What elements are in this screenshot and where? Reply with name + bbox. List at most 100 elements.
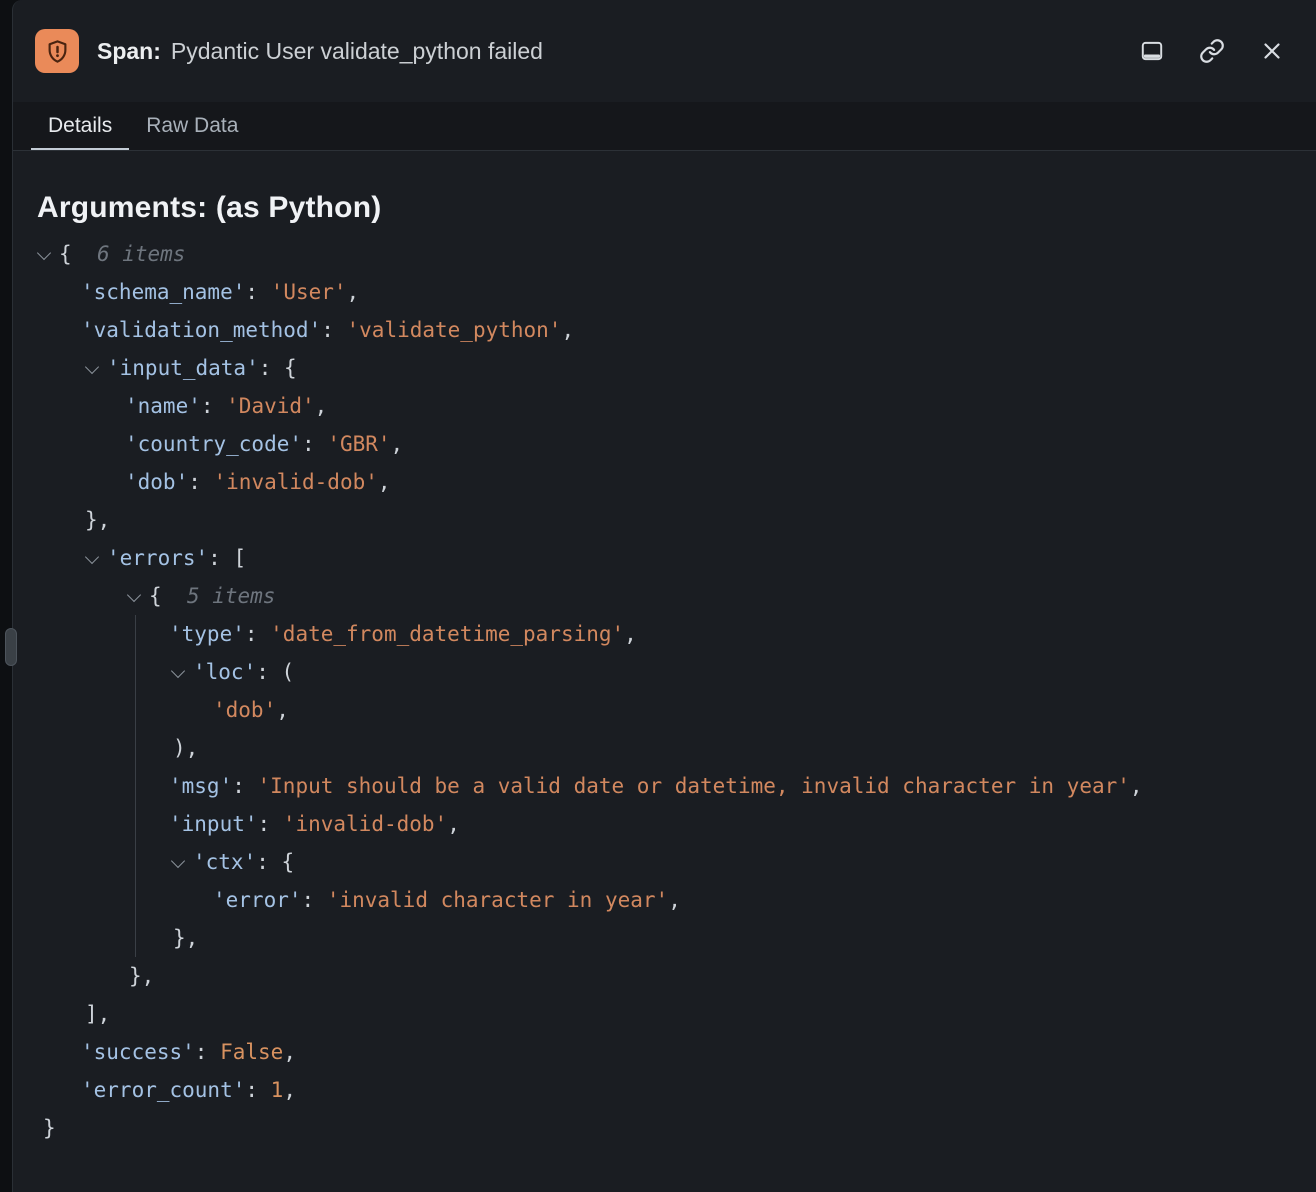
collapse-chevron-icon[interactable] xyxy=(171,854,185,868)
code-token-str: 'User' xyxy=(271,280,347,304)
close-icon xyxy=(1259,38,1285,64)
code-line: }, xyxy=(13,919,1316,957)
code-line: 'name': 'David', xyxy=(13,387,1316,425)
code-token-punc: : ( xyxy=(256,660,294,684)
code-line: 'error': 'invalid character in year', xyxy=(13,881,1316,919)
code-token-punc: : xyxy=(302,888,327,912)
code-token-key: 'success' xyxy=(81,1040,195,1064)
code-token-punc: } xyxy=(43,1116,56,1140)
code-line: 'schema_name': 'User', xyxy=(13,273,1316,311)
code-token-punc: { xyxy=(59,242,97,266)
code-token-key: 'country_code' xyxy=(125,432,302,456)
code-line: ], xyxy=(13,995,1316,1033)
code-token-punc: }, xyxy=(173,926,198,950)
code-token-punc: : xyxy=(188,470,213,494)
code-line: ), xyxy=(13,729,1316,767)
code-line: 'validation_method': 'validate_python', xyxy=(13,311,1316,349)
code-token-punc: : xyxy=(245,622,270,646)
code-token-punc: , xyxy=(561,318,574,342)
code-token-key: 'msg' xyxy=(169,774,232,798)
panel-title: Span:Pydantic User validate_python faile… xyxy=(97,38,543,65)
code-line: }, xyxy=(13,957,1316,995)
code-token-punc: , xyxy=(391,432,404,456)
code-line: 'type': 'date_from_datetime_parsing', xyxy=(13,615,1316,653)
code-token-meta: 6 items xyxy=(97,242,186,266)
span-detail-panel: Span:Pydantic User validate_python faile… xyxy=(12,0,1316,1192)
code-token-str: 'invalid-dob' xyxy=(214,470,378,494)
code-line: { 6 items xyxy=(13,235,1316,273)
indent-guide xyxy=(135,615,136,957)
code-token-punc: , xyxy=(378,470,391,494)
code-line: } xyxy=(13,1109,1316,1147)
code-line: 'error_count': 1, xyxy=(13,1071,1316,1109)
span-level-badge xyxy=(35,29,79,73)
code-token-str: 'David' xyxy=(226,394,315,418)
collapse-chevron-icon[interactable] xyxy=(85,360,99,374)
code-line: }, xyxy=(13,501,1316,539)
code-token-str: 'invalid-dob' xyxy=(283,812,447,836)
code-token-punc: { xyxy=(149,584,187,608)
code-line: 'success': False, xyxy=(13,1033,1316,1071)
panel-resize-handle[interactable] xyxy=(5,628,17,666)
code-line: 'country_code': 'GBR', xyxy=(13,425,1316,463)
close-button[interactable] xyxy=(1256,35,1288,67)
code-token-punc: , xyxy=(624,622,637,646)
code-line: { 5 items xyxy=(13,577,1316,615)
code-token-punc: : { xyxy=(259,356,297,380)
code-token-punc: : xyxy=(201,394,226,418)
code-token-punc: : xyxy=(321,318,346,342)
code-token-punc: : xyxy=(245,1078,270,1102)
shield-alert-icon xyxy=(44,38,71,65)
code-line: 'dob': 'invalid-dob', xyxy=(13,463,1316,501)
code-line: 'errors': [ xyxy=(13,539,1316,577)
code-token-punc: , xyxy=(447,812,460,836)
code-token-key: 'type' xyxy=(169,622,245,646)
collapse-chevron-icon[interactable] xyxy=(127,588,141,602)
details-content: Arguments: (as Python) { 6 items'schema_… xyxy=(13,151,1316,1147)
tab-raw-data[interactable]: Raw Data xyxy=(129,102,255,150)
code-token-punc: : { xyxy=(256,850,294,874)
code-token-punc: : [ xyxy=(208,546,246,570)
title-text: Pydantic User validate_python failed xyxy=(171,38,543,64)
code-token-const: False xyxy=(220,1040,283,1064)
link-icon xyxy=(1199,38,1225,64)
code-token-punc: , xyxy=(347,280,360,304)
code-token-key: 'input' xyxy=(169,812,258,836)
collapse-chevron-icon[interactable] xyxy=(85,550,99,564)
code-line: 'dob', xyxy=(13,691,1316,729)
code-token-str: 'dob' xyxy=(213,698,276,722)
code-token-key: 'name' xyxy=(125,394,201,418)
code-token-key: 'error' xyxy=(213,888,302,912)
code-token-punc: ], xyxy=(85,1002,110,1026)
dock-bottom-icon xyxy=(1139,38,1165,64)
code-token-punc: : xyxy=(258,812,283,836)
code-token-key: 'errors' xyxy=(107,546,208,570)
code-token-key: 'ctx' xyxy=(193,850,256,874)
copy-link-button[interactable] xyxy=(1196,35,1228,67)
code-token-punc: , xyxy=(315,394,328,418)
panel-header: Span:Pydantic User validate_python faile… xyxy=(13,0,1316,102)
code-token-str: 'GBR' xyxy=(327,432,390,456)
code-tree: { 6 items'schema_name': 'User','validati… xyxy=(13,235,1316,1147)
code-token-punc: , xyxy=(1130,774,1143,798)
code-line: 'input_data': { xyxy=(13,349,1316,387)
code-token-punc: }, xyxy=(129,964,154,988)
code-token-punc: : xyxy=(232,774,257,798)
code-token-key: 'schema_name' xyxy=(81,280,245,304)
collapse-chevron-icon[interactable] xyxy=(171,664,185,678)
code-line: 'msg': 'Input should be a valid date or … xyxy=(13,767,1316,805)
code-token-punc: : xyxy=(302,432,327,456)
collapse-chevron-icon[interactable] xyxy=(37,246,51,260)
code-token-punc: , xyxy=(276,698,289,722)
code-token-punc: , xyxy=(668,888,681,912)
code-token-punc: , xyxy=(283,1078,296,1102)
dock-panel-button[interactable] xyxy=(1136,35,1168,67)
code-token-punc: , xyxy=(283,1040,296,1064)
code-token-key: 'dob' xyxy=(125,470,188,494)
code-token-str: 'Input should be a valid date or datetim… xyxy=(258,774,1130,798)
tab-details[interactable]: Details xyxy=(31,102,129,150)
code-token-punc: }, xyxy=(85,508,110,532)
code-token-key: 'input_data' xyxy=(107,356,259,380)
code-line: 'loc': ( xyxy=(13,653,1316,691)
code-token-meta: 5 items xyxy=(187,584,276,608)
